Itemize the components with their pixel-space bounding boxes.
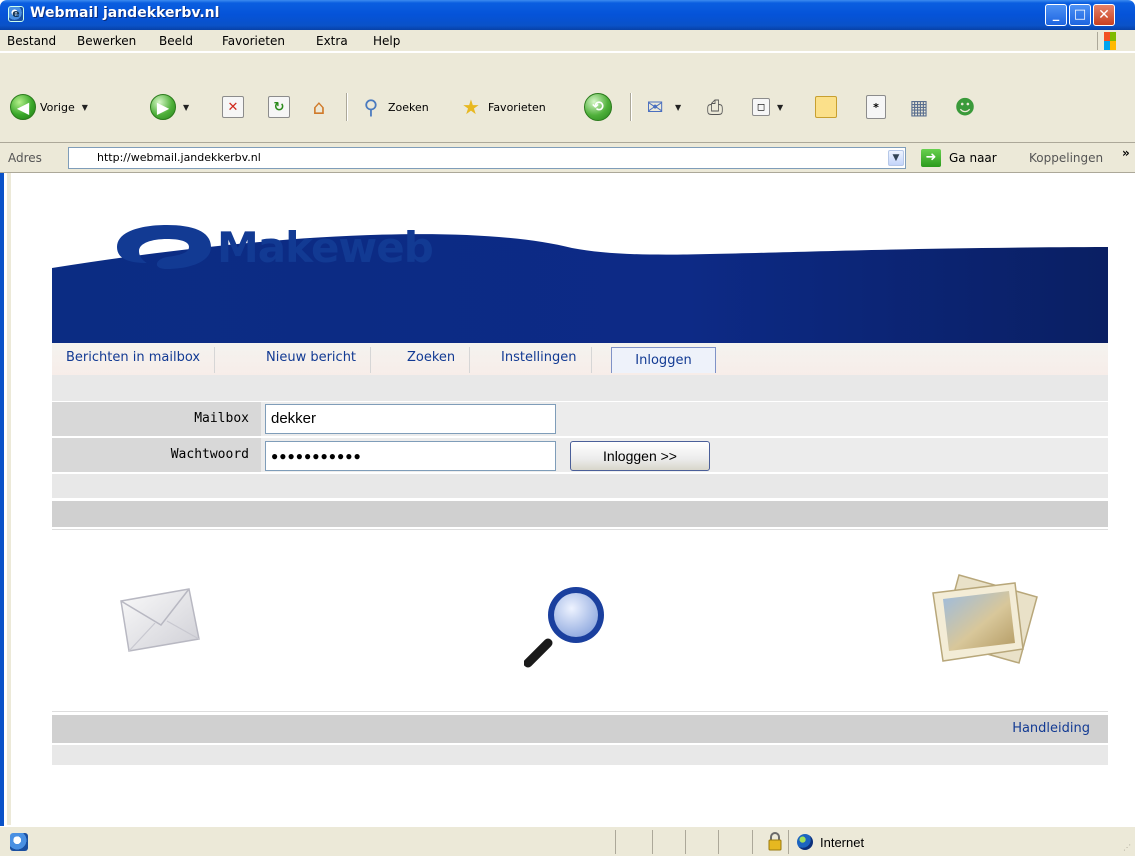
menu-extra[interactable]: Extra [316,34,348,48]
media-icon: ▦ [909,95,929,119]
window-title: Webmail jandekkerbv.nl [30,5,220,21]
tab-nieuw-bericht[interactable]: Nieuw bericht [252,347,372,373]
history-icon: ⟲ [584,93,612,121]
go-button[interactable]: Ga naar [949,151,997,165]
menu-bewerken[interactable]: Bewerken [77,34,136,48]
spacer-row [52,375,1108,401]
mail-icon: ✉ [646,95,664,119]
discuss-button[interactable] [815,93,837,121]
footer-spacer [52,745,1108,765]
tab-berichten[interactable]: Berichten in mailbox [52,347,216,373]
password-label: Wachtwoord [52,438,261,472]
media-button[interactable]: ▦ [906,93,932,121]
menu-favorieten[interactable]: Favorieten [222,34,285,48]
edit-button[interactable]: ◻ ▼ [752,93,783,121]
lock-icon [768,832,782,851]
back-button[interactable]: ◀ Vorige ▼ [10,93,88,121]
address-url: http://webmail.jandekkerbv.nl [97,151,261,164]
resize-grip[interactable]: ⋰ [1123,843,1131,852]
menu-help[interactable]: Help [373,34,400,48]
search-icon: ⚲ [363,95,379,119]
search-label: Zoeken [388,100,429,114]
login-button[interactable]: Inloggen >> [570,441,710,471]
refresh-icon: ↻ [268,96,290,118]
home-icon: ⌂ [312,95,326,119]
mail-button[interactable]: ✉ ▼ [642,93,682,121]
address-label: Adres [8,151,42,165]
close-button[interactable]: ✕ [1093,4,1115,26]
forward-button[interactable]: ▶ ▼ [150,93,189,121]
favorites-label: Favorieten [488,100,546,114]
favorites-button[interactable]: ★ Favorieten [458,93,546,121]
spacer-row [52,474,1108,498]
handleiding-label[interactable]: Handleiding [1012,721,1090,736]
address-dropdown-button[interactable]: ▼ [888,150,904,166]
tab-instellingen[interactable]: Instellingen [487,347,592,373]
back-label: Vorige [40,100,75,114]
globe-icon [797,834,813,850]
go-arrow-icon[interactable]: ➜ [921,149,941,167]
edit-icon: ◻ [752,98,770,116]
address-bar: Adres http://webmail.jandekkerbv.nl ▼ ➜ … [0,143,1135,173]
chevron-down-icon: ▼ [81,102,88,112]
handleiding-link[interactable]: Handleiding [52,715,1108,743]
printer-icon: ⎙ [707,95,723,119]
print-button[interactable]: ⎙ [702,93,728,121]
search-button[interactable]: ⚲ Zoeken [358,93,429,121]
messenger-icon: ☻ [954,95,976,119]
nav-tabs: Berichten in mailbox Nieuw bericht Zoeke… [52,343,1108,375]
web-content: Makeweb Berichten in mailbox Nieuw beric… [7,173,1135,825]
chevron-down-icon: ▼ [675,102,682,112]
tab-zoeken[interactable]: Zoeken [393,347,471,373]
mailbox-input[interactable]: dekker [265,404,556,434]
divider-bar [52,501,1108,527]
magnifier-icon [524,587,604,668]
windows-logo-icon [1097,32,1125,50]
maximize-button[interactable]: □ [1069,4,1091,26]
header-banner: Makeweb [52,193,1108,343]
chevron-down-icon: ▼ [183,102,190,112]
back-arrow-icon: ◀ [10,94,36,120]
messenger-button[interactable]: ☻ [952,93,978,121]
document-icon: * [866,95,886,119]
toolbar: ◀ Vorige ▼ ▶ ▼ ✕ ↻ ⌂ ⚲ Zoeken ★ Favoriet… [0,53,1135,143]
mailbox-label: Mailbox [52,402,261,436]
stop-icon: ✕ [222,96,244,118]
research-button[interactable]: * [866,93,886,121]
stop-button[interactable]: ✕ [222,93,244,121]
window-titlebar[interactable]: e Webmail jandekkerbv.nl _ □ ✕ [0,0,1135,30]
links-button[interactable]: Koppelingen [1029,151,1103,165]
status-bar: Internet ⋰ [0,826,1135,856]
chevron-down-icon: ▼ [777,102,784,112]
menu-bar: Bestand Bewerken Beeld Favorieten Extra … [0,30,1135,52]
security-zone: Internet [820,835,865,850]
menu-bestand[interactable]: Bestand [7,34,56,48]
password-input[interactable]: ●●●●●●●●●●● [265,441,556,471]
photos-icon [932,574,1038,664]
forward-arrow-icon: ▶ [150,94,176,120]
makeweb-logo-icon [117,225,211,269]
refresh-button[interactable]: ↻ [268,93,290,121]
address-input[interactable]: http://webmail.jandekkerbv.nl [68,147,906,169]
menu-beeld[interactable]: Beeld [159,34,193,48]
star-icon: ★ [462,95,480,119]
minimize-button[interactable]: _ [1045,4,1067,26]
chevron-right-icon[interactable]: » [1122,146,1130,160]
envelope-icon [120,588,200,652]
tab-inloggen[interactable]: Inloggen [611,347,716,373]
home-button[interactable]: ⌂ [306,93,332,121]
note-icon [815,96,837,118]
logo-text: Makeweb [217,223,434,272]
ie-icon: e [8,6,24,22]
history-button[interactable]: ⟲ [584,93,612,121]
page-icon [10,833,28,851]
